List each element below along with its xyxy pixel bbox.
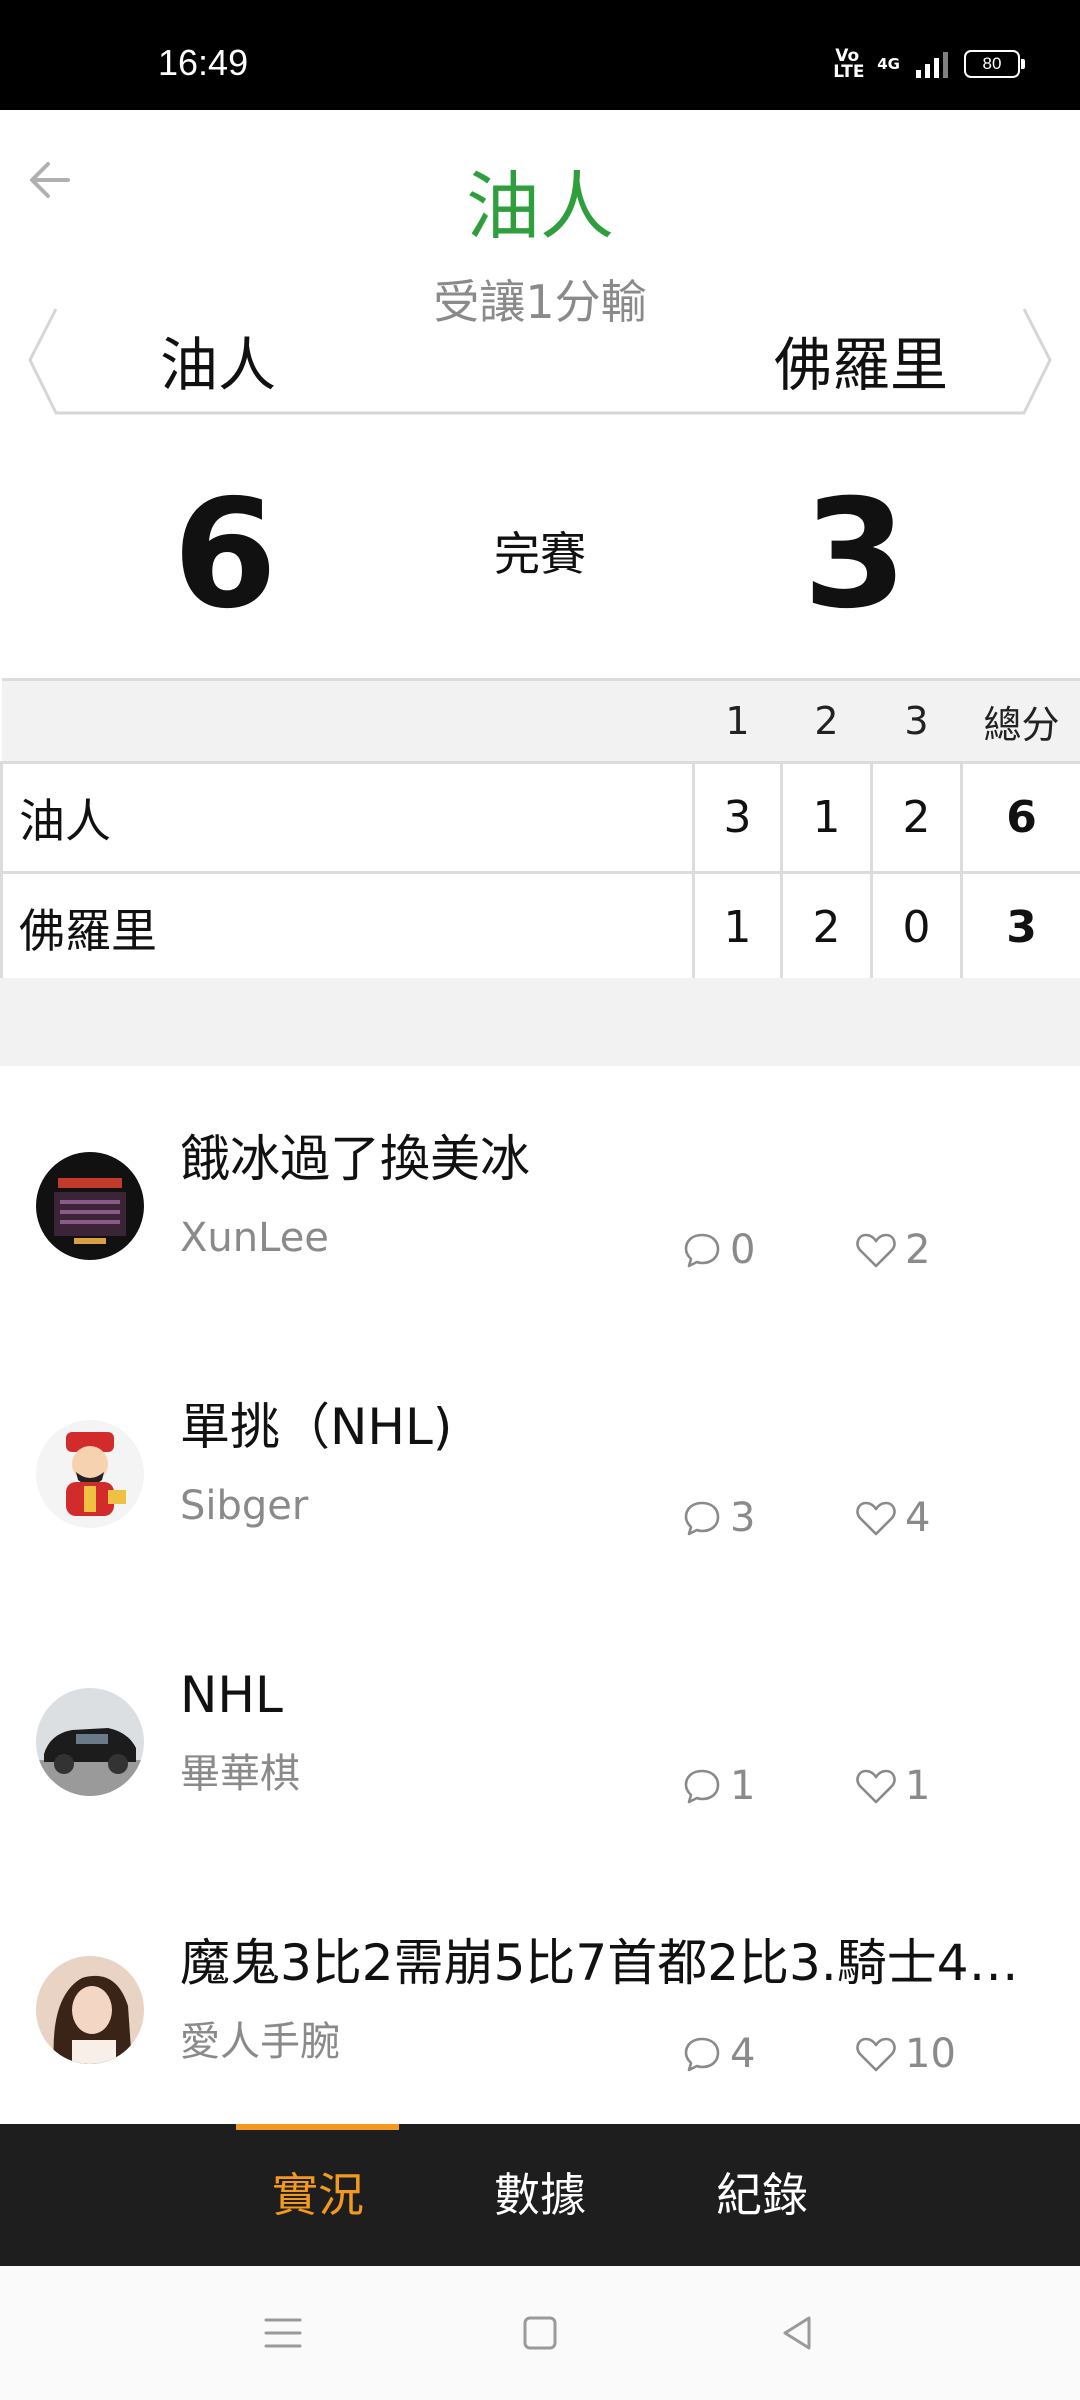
system-nav-bar: [0, 2266, 1080, 2400]
like-count[interactable]: 1: [855, 1762, 930, 1810]
like-count-value: 1: [905, 1763, 931, 1809]
comment-count[interactable]: 4: [682, 2030, 755, 2078]
header-period-1: 1: [693, 678, 782, 763]
tab-records[interactable]: 紀錄: [682, 2124, 842, 2266]
post-title: 魔鬼3比2需崩5比7首都2比3.騎士4比..2...: [180, 1934, 1050, 1992]
back-triangle-icon: [783, 2316, 811, 2350]
post-list-item[interactable]: 餓冰過了換美冰 XunLee 0 2: [0, 1066, 1080, 1337]
period-score: 1: [692, 871, 783, 984]
like-count-value: 10: [905, 2031, 956, 2077]
section-divider: [0, 978, 1080, 1068]
winner-title: 油人: [466, 164, 614, 250]
signal-icon: [916, 50, 948, 78]
post-author: Sibger: [180, 1483, 309, 1529]
period-score: 2: [780, 871, 873, 984]
post-author: 愛人手腕: [180, 2019, 340, 2065]
heart-icon: [856, 1233, 896, 1268]
heart-icon: [856, 1769, 896, 1804]
team-right-name: 佛羅里: [773, 331, 948, 399]
header-team-cell: [1, 678, 694, 763]
avatar[interactable]: [36, 1420, 144, 1528]
total-score: 6: [960, 761, 1080, 874]
like-count-value: 4: [905, 1495, 931, 1541]
heart-icon: [856, 1501, 896, 1536]
post-list-item[interactable]: 魔鬼3比2需崩5比7首都2比3.騎士4比..2... 愛人手腕 4 10: [0, 1870, 1080, 2138]
comment-icon: [684, 1501, 720, 1536]
bottom-tab-bar: 實況 數據 紀錄: [0, 2124, 1080, 2266]
menu-button[interactable]: [258, 2308, 308, 2358]
like-count[interactable]: 4: [855, 1494, 930, 1542]
comment-count-value: 4: [730, 2031, 756, 2077]
post-list-item[interactable]: NHL 畢華棋 1 1: [0, 1602, 1080, 1873]
table-row: 佛羅里 1 2 0 3: [0, 871, 1080, 984]
like-count[interactable]: 2: [855, 1226, 930, 1274]
score-left: 6: [172, 468, 278, 642]
row-team-name: 油人: [0, 761, 695, 874]
comment-icon: [684, 1769, 720, 1804]
period-score-table: 1 2 3 總分 油人 3 1 2 6 佛羅里 1 2 0 3: [0, 678, 1080, 984]
comment-count[interactable]: 1: [682, 1762, 755, 1810]
comment-count-value: 1: [730, 1763, 756, 1809]
header-period-2: 2: [781, 678, 872, 763]
avatar[interactable]: [36, 1688, 144, 1796]
post-title: NHL: [180, 1666, 283, 1724]
post-title: 單挑（NHL): [180, 1398, 453, 1456]
post-list-item[interactable]: 單挑（NHL) Sibger 3 4: [0, 1334, 1080, 1605]
avatar-image: [36, 1688, 144, 1796]
comment-count-value: 3: [730, 1495, 756, 1541]
score-right: 3: [802, 468, 908, 642]
comment-icon: [684, 1233, 720, 1268]
team-left-name: 油人: [160, 331, 277, 399]
period-score: 2: [870, 761, 963, 874]
avatar-image: [36, 1956, 144, 2064]
tab-live[interactable]: 實況: [238, 2124, 398, 2266]
header-period-3: 3: [871, 678, 962, 763]
battery-icon: 80: [964, 50, 1025, 78]
comment-icon: [684, 2037, 720, 2072]
period-score: 1: [780, 761, 873, 874]
status-icons: Vo LTE 4G 80: [833, 46, 1025, 82]
row-team-name: 佛羅里: [0, 871, 695, 984]
menu-icon: [264, 2318, 302, 2348]
home-button[interactable]: [515, 2308, 565, 2358]
home-square-icon: [523, 2316, 557, 2350]
avatar[interactable]: [36, 1152, 144, 1260]
match-status: 完賽: [494, 527, 586, 581]
post-author: 畢華棋: [180, 1751, 300, 1797]
post-title: 餓冰過了換美冰: [180, 1130, 530, 1188]
network-type: 4G: [877, 55, 900, 73]
like-count[interactable]: 10: [855, 2030, 956, 2078]
period-score: 0: [870, 871, 963, 984]
avatar[interactable]: [36, 1956, 144, 2064]
back-nav-button[interactable]: [773, 2308, 823, 2358]
post-author: XunLee: [180, 1215, 329, 1261]
avatar-image: [36, 1152, 144, 1260]
like-count-value: 2: [905, 1227, 931, 1273]
status-bar: 16:49 Vo LTE 4G 80: [0, 0, 1080, 110]
score-table-header: 1 2 3 總分: [1, 678, 1080, 763]
comment-count-value: 0: [730, 1227, 756, 1273]
header-total: 總分: [961, 678, 1080, 763]
period-score: 3: [692, 761, 783, 874]
status-time: 16:49: [158, 42, 249, 83]
comment-count[interactable]: 3: [682, 1494, 755, 1542]
total-score: 3: [960, 871, 1080, 984]
comment-count[interactable]: 0: [682, 1226, 755, 1274]
avatar-image: [36, 1420, 144, 1528]
tab-stats[interactable]: 數據: [460, 2124, 620, 2266]
table-row: 油人 3 1 2 6: [0, 761, 1080, 874]
volte-icon: Vo LTE: [833, 46, 865, 82]
heart-icon: [856, 2037, 896, 2072]
